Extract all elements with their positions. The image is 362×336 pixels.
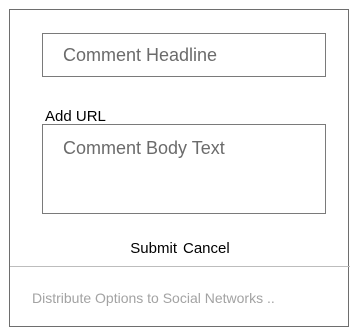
comment-body-textarea[interactable] <box>42 124 326 214</box>
submit-button[interactable]: Submit <box>130 240 177 257</box>
add-url-link[interactable]: Add URL <box>45 109 106 125</box>
form-actions: Submit Cancel <box>10 240 350 258</box>
comment-form-panel: Add URL Submit Cancel Distribute Options … <box>9 9 350 327</box>
distribute-options-link[interactable]: Distribute Options to Social Networks .. <box>32 290 275 306</box>
comment-headline-input[interactable] <box>42 33 326 77</box>
cancel-button[interactable]: Cancel <box>183 240 230 257</box>
section-divider <box>10 266 350 267</box>
